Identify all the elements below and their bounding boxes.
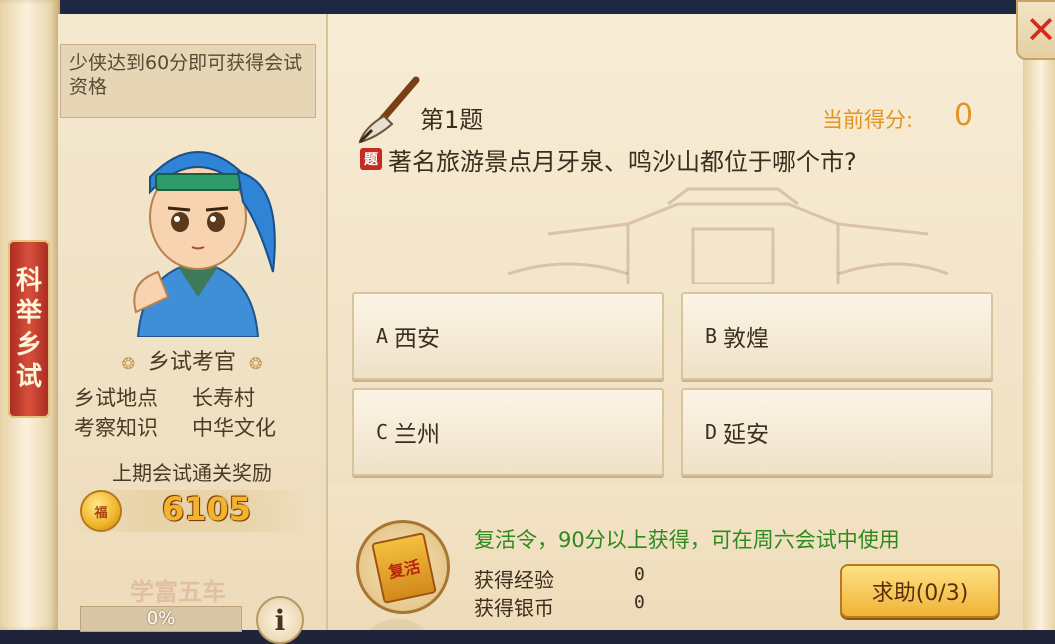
answer-letter: A bbox=[376, 324, 389, 348]
reward-bar: 福 6105 bbox=[72, 490, 310, 532]
examiner-title: ❂ 乡试考官 ❂ bbox=[58, 344, 326, 376]
info-value: 中华文化 bbox=[192, 416, 276, 440]
top-bar bbox=[0, 0, 1055, 14]
exp-label: 获得经验 bbox=[474, 568, 554, 592]
info-topic: 考察知识 中华文化 bbox=[74, 412, 276, 442]
tab-char: 举 bbox=[15, 298, 42, 328]
answer-option-d[interactable]: D 延安 bbox=[681, 388, 993, 476]
help-button[interactable]: 求助(0/3) bbox=[840, 564, 1000, 618]
ornament-icon: ❂ bbox=[249, 354, 263, 373]
question-text: 著名旅游景点月牙泉、鸣沙山都位于哪个市? bbox=[388, 148, 857, 176]
answer-text: 西安 bbox=[394, 326, 441, 352]
tab-imperial-exam[interactable]: 科 举 乡 试 bbox=[8, 240, 50, 418]
token-label: 复活 bbox=[371, 532, 437, 604]
revive-description: 复活令，90分以上获得，可在周六会试中使用 bbox=[474, 528, 900, 552]
answer-letter: D bbox=[705, 420, 718, 444]
exp-row: 获得经验 0 bbox=[474, 564, 645, 593]
info-key: 乡试地点 bbox=[74, 386, 158, 410]
info-key: 考察知识 bbox=[74, 416, 158, 440]
title-progress-bar: 0% bbox=[80, 606, 242, 632]
scroll-roll-right bbox=[1021, 0, 1055, 630]
scenery-illustration bbox=[508, 187, 948, 284]
answer-letter: C bbox=[376, 420, 389, 444]
score-value: 0 bbox=[954, 98, 974, 133]
score-label: 当前得分: bbox=[822, 108, 914, 132]
reward-title: 上期会试通关奖励 bbox=[112, 461, 272, 485]
tab-char: 乡 bbox=[15, 330, 42, 360]
exp-value: 0 bbox=[634, 564, 645, 585]
exam-window: 科 举 乡 试 少侠达到60分即可获得会试资格 ❂ 乡试考官 ❂ 乡试地点 长寿… bbox=[0, 0, 1055, 644]
brush-icon bbox=[358, 76, 420, 144]
silver-label: 获得银币 bbox=[474, 596, 554, 620]
answer-option-c[interactable]: C 兰州 bbox=[352, 388, 664, 476]
tab-char: 试 bbox=[15, 362, 42, 392]
answer-text: 兰州 bbox=[394, 422, 441, 448]
progress-text: 0% bbox=[146, 608, 176, 629]
answer-text: 敦煌 bbox=[723, 326, 770, 352]
title-badge: 学富五车 bbox=[130, 577, 226, 606]
silver-row: 获得银币 0 bbox=[474, 592, 645, 621]
examiner-avatar bbox=[133, 151, 276, 337]
examiner-panel: 少侠达到60分即可获得会试资格 ❂ 乡试考官 ❂ 乡试地点 长寿村 考察知识 中华文… bbox=[58, 14, 328, 644]
info-location: 乡试地点 长寿村 bbox=[74, 382, 255, 412]
info-value: 长寿村 bbox=[192, 386, 255, 410]
question-number: 第1题 bbox=[420, 106, 484, 134]
coin-icon: 福 bbox=[82, 492, 120, 530]
question-tag-icon: 题 bbox=[360, 148, 382, 170]
qualification-hint: 少侠达到60分即可获得会试资格 bbox=[60, 44, 316, 118]
revive-token-icon[interactable]: 复活 bbox=[356, 520, 450, 614]
info-button[interactable]: i bbox=[256, 596, 304, 644]
question-area: 第1题 当前得分: 0 题 著名旅游景点月牙泉、鸣沙山都位于哪个市? A 西安 … bbox=[328, 14, 1023, 484]
reward-amount: 6105 bbox=[162, 490, 252, 528]
answer-option-a[interactable]: A 西安 bbox=[352, 292, 664, 380]
examiner-name: 乡试考官 bbox=[147, 350, 236, 375]
answer-letter: B bbox=[705, 324, 718, 348]
answer-option-b[interactable]: B 敦煌 bbox=[681, 292, 993, 380]
answer-text: 延安 bbox=[723, 422, 770, 448]
tab-char: 科 bbox=[15, 266, 42, 296]
silver-value: 0 bbox=[634, 592, 645, 613]
ornament-icon: ❂ bbox=[121, 354, 135, 373]
reward-info-area: 复活 复活令，90分以上获得，可在周六会试中使用 获得经验 0 获得银币 0 求… bbox=[328, 484, 1023, 630]
close-button[interactable]: ✕ bbox=[1016, 0, 1055, 60]
